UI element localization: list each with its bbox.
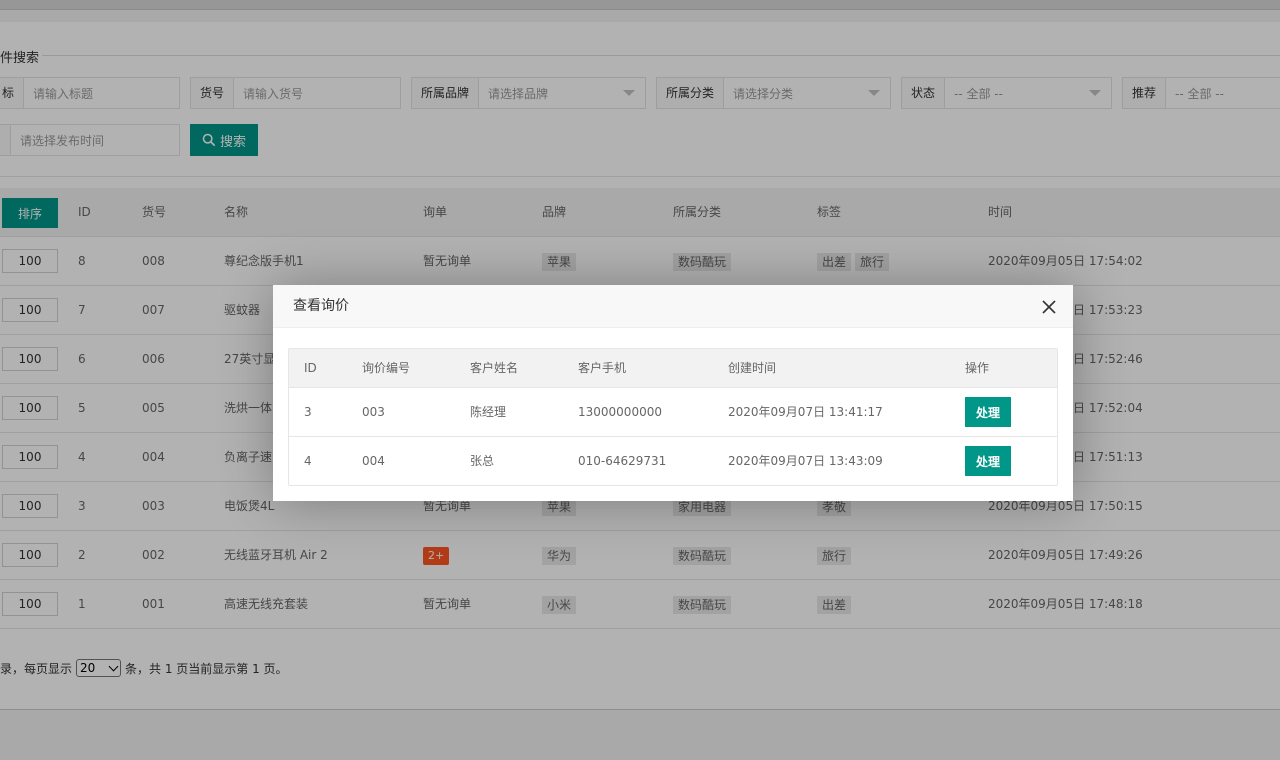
inquiry-customer-name: 陈经理	[470, 405, 507, 419]
inquiry-header-code: 询价编号	[362, 361, 411, 375]
inquiry-modal: 查看询价 ID 询价编号 客户姓名 客户手机 创建时间 操作 3 003 陈经理…	[273, 285, 1073, 501]
inquiry-header-action: 操作	[965, 361, 990, 375]
inquiry-created-time: 2020年09月07日 13:41:17	[728, 405, 883, 419]
inquiry-id: 3	[304, 405, 312, 419]
inquiry-customer-name: 张总	[470, 454, 495, 468]
inquiry-row: 4 004 张总 010-64629731 2020年09月07日 13:43:…	[289, 437, 1057, 485]
inquiry-code: 004	[362, 454, 385, 468]
inquiry-row: 3 003 陈经理 13000000000 2020年09月07日 13:41:…	[289, 388, 1057, 437]
modal-title: 查看询价	[293, 298, 349, 314]
inquiry-header-phone: 客户手机	[578, 361, 627, 375]
inquiry-header-id: ID	[304, 361, 317, 375]
inquiry-created-time: 2020年09月07日 13:43:09	[728, 454, 883, 468]
inquiry-table: ID 询价编号 客户姓名 客户手机 创建时间 操作 3 003 陈经理 1300…	[288, 348, 1058, 486]
handle-button[interactable]: 处理	[965, 446, 1011, 476]
inquiry-id: 4	[304, 454, 312, 468]
inquiry-header-created: 创建时间	[728, 361, 777, 375]
inquiry-code: 003	[362, 405, 385, 419]
handle-button[interactable]: 处理	[965, 397, 1011, 427]
inquiry-header-name: 客户姓名	[470, 361, 519, 375]
close-icon[interactable]	[1041, 299, 1057, 315]
modal-header: 查看询价	[273, 285, 1073, 328]
inquiry-table-header: ID 询价编号 客户姓名 客户手机 创建时间 操作	[289, 349, 1057, 388]
inquiry-customer-phone: 010-64629731	[578, 454, 667, 468]
inquiry-customer-phone: 13000000000	[578, 405, 662, 419]
